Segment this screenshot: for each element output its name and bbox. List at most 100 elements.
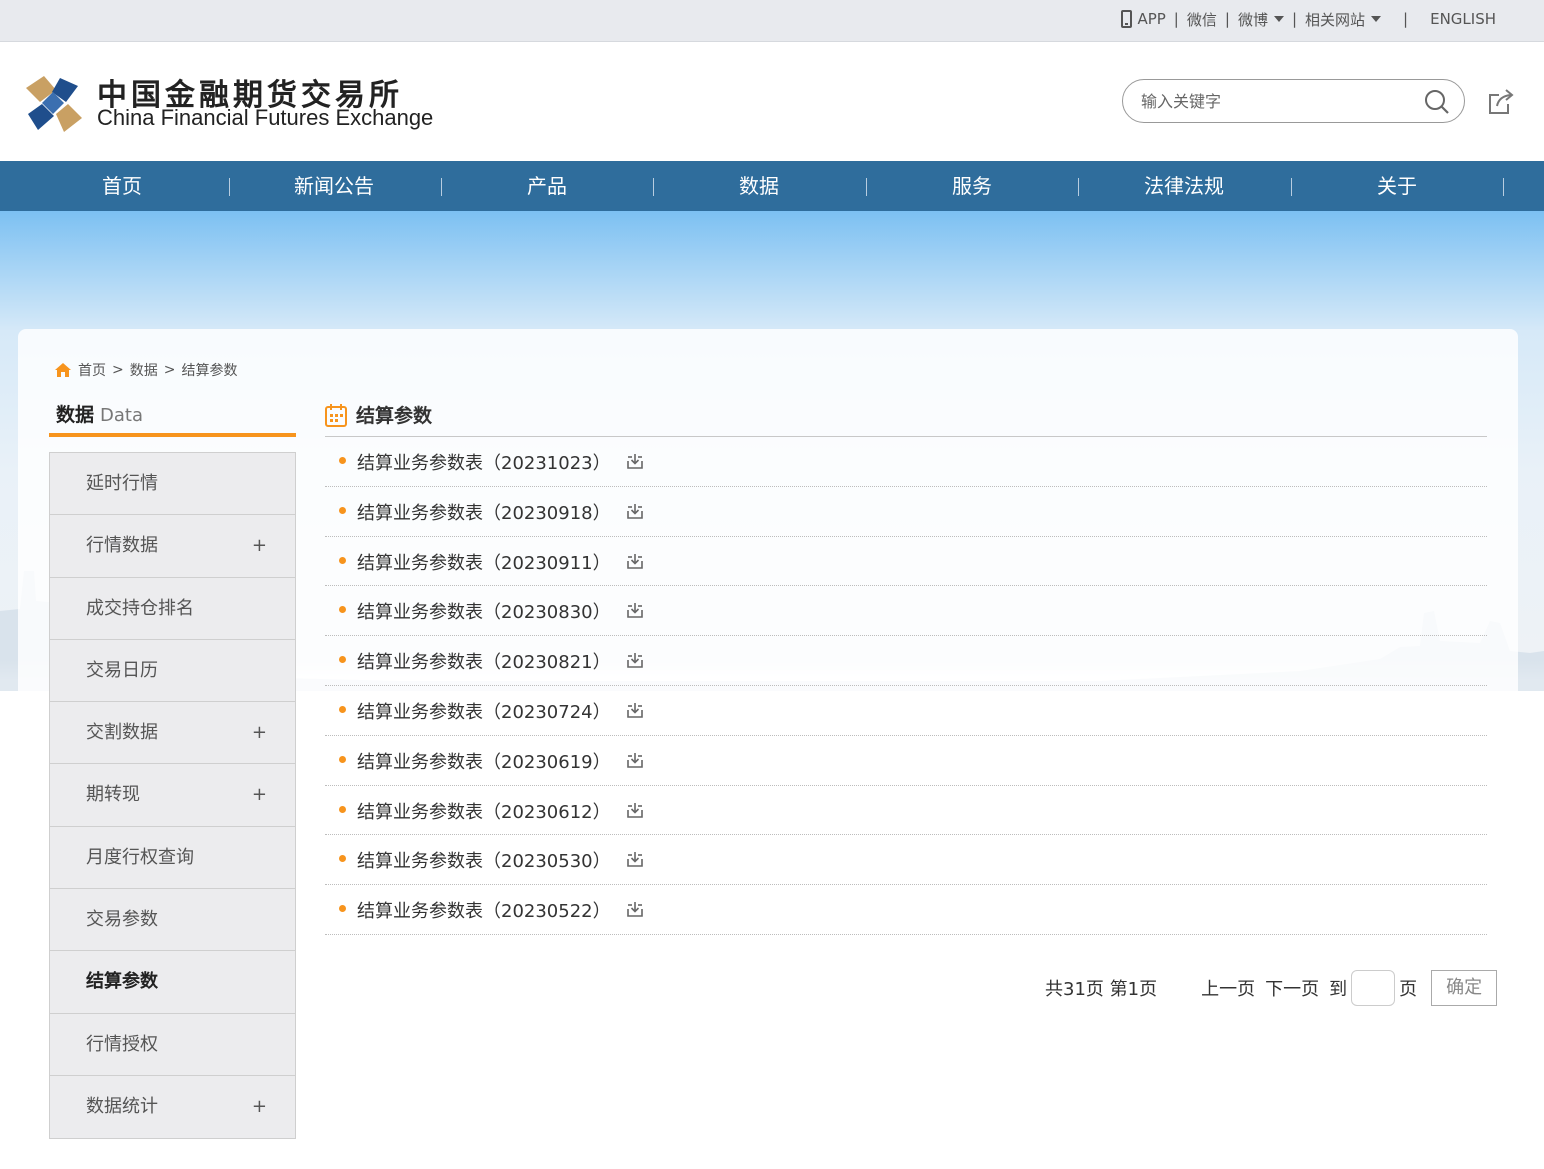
list-item: 结算业务参数表（20230830） [325, 586, 1487, 637]
sidebar-item-delivery-data[interactable]: 交割数据 + [50, 702, 295, 765]
calendar-icon [325, 403, 347, 427]
pagination: 共31页 第1页 上一页 下一页 到 页 确定 [1045, 970, 1498, 1006]
file-link[interactable]: 结算业务参数表（20230619） [357, 748, 611, 774]
breadcrumb-separator: > [163, 362, 176, 378]
section-title: 结算参数 [325, 401, 432, 428]
page-info: 共31页 第1页 [1045, 979, 1158, 1000]
nav-divider [1503, 178, 1504, 196]
sidebar-item-delayed-quotes[interactable]: 延时行情 [50, 453, 295, 516]
download-icon[interactable] [626, 701, 644, 719]
share-icon[interactable] [1486, 87, 1516, 117]
file-link[interactable]: 结算业务参数表（20230918） [357, 499, 611, 525]
home-icon [55, 363, 71, 377]
sidebar-item-position-ranking[interactable]: 成交持仓排名 [50, 578, 295, 640]
sidebar-item-label: 行情授权 [86, 1033, 158, 1055]
file-link[interactable]: 结算业务参数表（20231023） [357, 449, 611, 475]
file-link[interactable]: 结算业务参数表（20230724） [357, 698, 611, 724]
weibo-label: 微博 [1237, 10, 1268, 29]
sidebar-item-settlement-params[interactable]: 结算参数 [50, 951, 295, 1014]
download-icon[interactable] [626, 552, 644, 570]
list-item: 结算业务参数表（20230522） [325, 885, 1487, 935]
section-title-text: 结算参数 [356, 405, 433, 427]
sidebar-item-trading-calendar[interactable]: 交易日历 [50, 640, 295, 703]
list-item: 结算业务参数表（20230530） [325, 835, 1487, 886]
expand-icon[interactable]: + [252, 764, 267, 826]
goto-label: 到 [1329, 979, 1348, 1000]
related-sites-dropdown[interactable]: 相关网站 [1305, 9, 1382, 30]
nav-data[interactable]: 数据 [653, 161, 865, 211]
sidebar-item-market-data[interactable]: 行情数据 + [50, 515, 295, 578]
related-sites-label: 相关网站 [1305, 10, 1366, 29]
file-link[interactable]: 结算业务参数表（20230612） [357, 798, 611, 824]
breadcrumb-home[interactable]: 首页 [78, 360, 106, 380]
sidebar-item-trading-params[interactable]: 交易参数 [50, 889, 295, 952]
nav-services[interactable]: 服务 [866, 161, 1078, 211]
sidebar-item-label: 延时行情 [86, 473, 158, 494]
file-link[interactable]: 结算业务参数表（20230911） [357, 549, 611, 575]
download-icon[interactable] [626, 452, 644, 470]
file-list: 结算业务参数表（20231023） 结算业务参数表（20230918） 结算业务… [325, 437, 1487, 935]
bullet-icon [339, 556, 346, 564]
divider: | [1403, 10, 1409, 28]
nav-about[interactable]: 关于 [1291, 161, 1503, 211]
search-icon[interactable] [1424, 89, 1450, 115]
nav-news[interactable]: 新闻公告 [228, 161, 440, 211]
sidebar-title-underline [49, 433, 296, 437]
page-unit-label: 页 [1399, 979, 1418, 1000]
file-link[interactable]: 结算业务参数表（20230530） [357, 847, 611, 873]
sidebar-menu: 延时行情 行情数据 + 成交持仓排名 交易日历 交割数据 + 期转现 + 月度行权查询… [49, 452, 296, 1140]
sidebar-item-statistics[interactable]: 数据统计 + [50, 1076, 295, 1138]
breadcrumb-data[interactable]: 数据 [130, 360, 158, 380]
logo-title-en: China Financial Futures Exchange [97, 105, 434, 130]
file-link[interactable]: 结算业务参数表（20230830） [357, 598, 611, 624]
wechat-link[interactable]: 微信 [1187, 9, 1217, 30]
page-number-input[interactable] [1351, 970, 1396, 1006]
bullet-icon [339, 805, 346, 813]
prev-page-link[interactable]: 上一页 [1201, 975, 1255, 1001]
sidebar-item-efp[interactable]: 期转现 + [50, 764, 295, 827]
confirm-button[interactable]: 确定 [1431, 970, 1498, 1006]
expand-icon[interactable]: + [252, 702, 267, 764]
caret-down-icon [1371, 16, 1382, 22]
bullet-icon [339, 755, 346, 763]
list-item: 结算业务参数表（20230612） [325, 786, 1487, 836]
expand-icon[interactable]: + [252, 515, 267, 577]
sidebar-item-label: 交割数据 [86, 722, 158, 744]
download-icon[interactable] [626, 900, 644, 918]
breadcrumb-separator: > [112, 362, 124, 378]
top-bar: APP | 微信 | 微博 | 相关网站 | ENGLISH [0, 0, 1544, 42]
sidebar-item-label: 交易参数 [86, 909, 158, 931]
divider: | [1224, 10, 1230, 28]
cffex-logo-icon[interactable] [20, 70, 86, 136]
download-icon[interactable] [626, 502, 644, 520]
file-link[interactable]: 结算业务参数表（20230522） [357, 897, 611, 923]
english-link[interactable]: ENGLISH [1430, 10, 1496, 28]
sidebar-item-monthly-exercise[interactable]: 月度行权查询 [50, 827, 295, 890]
nav-laws[interactable]: 法律法规 [1078, 161, 1290, 211]
search-input[interactable] [1141, 91, 1411, 111]
list-item: 结算业务参数表（20230821） [325, 636, 1487, 686]
download-icon[interactable] [626, 850, 644, 868]
download-icon[interactable] [626, 801, 644, 819]
expand-icon[interactable]: + [252, 1076, 267, 1138]
next-page-link[interactable]: 下一页 [1265, 975, 1319, 1001]
sidebar-item-label: 期转现 [86, 784, 140, 806]
bullet-icon [339, 457, 346, 464]
bullet-icon [339, 656, 346, 664]
nav-home[interactable]: 首页 [16, 161, 228, 211]
download-icon[interactable] [626, 651, 644, 669]
download-icon[interactable] [626, 601, 644, 619]
list-item: 结算业务参数表（20230918） [325, 487, 1487, 537]
phone-icon [1121, 10, 1133, 28]
sidebar-item-label: 月度行权查询 [86, 846, 194, 868]
main-nav: 首页 新闻公告 产品 数据 服务 法律法规 关于 [0, 161, 1544, 211]
nav-products[interactable]: 产品 [441, 161, 653, 211]
sidebar-title-en: Data [100, 405, 143, 426]
app-link[interactable]: APP [1121, 10, 1166, 28]
download-icon[interactable] [626, 751, 644, 769]
list-item: 结算业务参数表（20231023） [325, 437, 1487, 487]
sidebar-title-cn: 数据 [56, 404, 95, 426]
sidebar-item-quote-license[interactable]: 行情授权 [50, 1014, 295, 1076]
file-link[interactable]: 结算业务参数表（20230821） [357, 648, 611, 674]
weibo-dropdown[interactable]: 微博 [1238, 9, 1284, 30]
